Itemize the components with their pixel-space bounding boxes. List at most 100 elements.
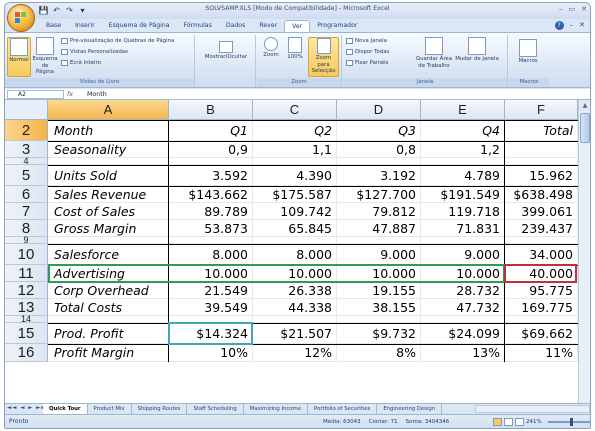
value-cell[interactable]: 19.155 <box>337 282 421 299</box>
column-header-b[interactable]: B <box>169 100 253 120</box>
sheet-tab-portfolio[interactable]: Portfolio of Securities <box>308 404 378 414</box>
zoom-100-button[interactable]: 100% <box>284 37 306 77</box>
value-cell[interactable]: $21.507 <box>253 323 337 344</box>
value-cell[interactable]: 0,9 <box>169 141 253 158</box>
row-header[interactable]: 16 <box>5 344 48 362</box>
value-cell[interactable]: 95.775 <box>505 282 578 299</box>
tab-formulas[interactable]: Fórmulas <box>177 20 219 32</box>
value-cell[interactable]: 21.549 <box>169 282 253 299</box>
freeze-panes-button[interactable]: Fixar Painéis <box>346 60 388 66</box>
row-header[interactable]: 15 <box>5 323 48 344</box>
value-cell[interactable]: 12% <box>253 344 337 362</box>
page-break-view-icon[interactable] <box>515 418 524 426</box>
value-cell[interactable]: 10% <box>169 344 253 362</box>
row-label-cell[interactable]: Prod. Profit <box>48 323 169 344</box>
help-icon[interactable]: ? <box>554 21 564 30</box>
value-cell[interactable] <box>337 316 421 323</box>
value-cell[interactable]: 71.831 <box>421 220 505 237</box>
row-label-cell[interactable]: Total Costs <box>48 299 169 316</box>
value-cell[interactable] <box>337 237 421 244</box>
value-cell[interactable]: 38.155 <box>337 299 421 316</box>
value-cell[interactable] <box>505 158 578 165</box>
row-header[interactable]: 2 <box>5 120 48 141</box>
value-cell[interactable]: 44.338 <box>253 299 337 316</box>
value-cell[interactable] <box>337 158 421 165</box>
row-header[interactable]: 10 <box>5 244 48 265</box>
value-cell[interactable]: 26.338 <box>253 282 337 299</box>
row-label-cell[interactable]: Cost of Sales <box>48 203 169 220</box>
zoom-button[interactable]: Zoom <box>260 37 282 77</box>
custom-views-button[interactable]: Vistas Personalizadas <box>61 49 128 55</box>
value-cell[interactable]: 39.549 <box>169 299 253 316</box>
tab-ver[interactable]: Ver <box>284 20 311 32</box>
macros-button[interactable]: Macros <box>512 39 544 75</box>
value-cell[interactable] <box>253 158 337 165</box>
worksheet-grid[interactable]: A B C D E F 2 Month Q1 Q2 Q3 Q4 Total 3 Seasonality 0,9… <box>5 100 578 403</box>
scroll-up-arrow-icon[interactable]: ▲ <box>579 100 590 111</box>
value-cell[interactable]: 34.000 <box>505 244 578 265</box>
row-label-cell[interactable]: Corp Overhead <box>48 282 169 299</box>
value-cell[interactable]: 79.812 <box>337 203 421 220</box>
value-cell[interactable]: $143.662 <box>169 186 253 203</box>
value-cell[interactable] <box>421 316 505 323</box>
column-header-a[interactable]: A <box>48 100 169 120</box>
value-cell[interactable]: 11% <box>505 344 578 362</box>
row-label-cell[interactable] <box>48 316 169 323</box>
value-cell[interactable]: 239.437 <box>505 220 578 237</box>
value-cell[interactable] <box>505 141 578 158</box>
switch-window-button[interactable]: Mudar de Janela <box>455 37 499 77</box>
normal-view-button[interactable]: Normal <box>7 37 31 77</box>
sheet-tab-maximizing-income[interactable]: Maximizing Income <box>244 404 308 414</box>
value-cell[interactable]: 3.592 <box>169 165 253 186</box>
value-cell[interactable]: Q3 <box>337 120 421 141</box>
row-header[interactable]: 6 <box>5 186 48 203</box>
sheet-nav-arrows[interactable]: ◄◄ ◄ ► ►► <box>7 405 47 411</box>
value-cell[interactable]: 8% <box>337 344 421 362</box>
value-cell[interactable]: $191.549 <box>421 186 505 203</box>
value-cell[interactable]: 399.061 <box>505 203 578 220</box>
value-cell[interactable] <box>505 316 578 323</box>
value-cell[interactable]: 1,1 <box>253 141 337 158</box>
value-cell[interactable]: 8.000 <box>169 244 253 265</box>
value-cell[interactable]: 53.873 <box>169 220 253 237</box>
zoom-slider[interactable] <box>547 418 590 426</box>
zoom-selection-button[interactable]: Zoom para Selecção <box>308 37 339 77</box>
zoom-slider-knob[interactable] <box>569 418 573 426</box>
value-cell[interactable]: 119.718 <box>421 203 505 220</box>
value-cell[interactable] <box>421 158 505 165</box>
value-cell[interactable]: $24.099 <box>421 323 505 344</box>
scroll-thumb[interactable] <box>580 113 590 143</box>
sheet-tab-shipping-routes[interactable]: Shipping Routes <box>132 404 188 414</box>
save-workspace-button[interactable]: Guardar Área de Trabalho <box>415 37 453 77</box>
value-cell[interactable]: 169.775 <box>505 299 578 316</box>
full-screen-button[interactable]: Ecrã Inteiro <box>61 60 101 66</box>
value-cell[interactable]: Q2 <box>253 120 337 141</box>
value-cell[interactable]: 0,8 <box>337 141 421 158</box>
page-break-preview-button[interactable]: Pré-visualização de Quebras de Página <box>61 38 174 44</box>
value-cell[interactable]: Total <box>505 120 578 141</box>
row-label-cell[interactable]: Units Sold <box>48 165 169 186</box>
tab-esquema[interactable]: Esquema de Página <box>102 20 177 32</box>
sheet-tab-engineering-design[interactable]: Engineering Design <box>377 404 443 414</box>
close-button[interactable]: ✕ <box>581 5 587 13</box>
row-label-cell[interactable]: Salesforce <box>48 244 169 265</box>
row-header[interactable]: 9 <box>5 236 48 245</box>
value-cell[interactable]: $127.700 <box>337 186 421 203</box>
row-header[interactable]: 5 <box>5 165 48 186</box>
show-hide-button[interactable]: Mostrar/Ocultar <box>200 41 252 75</box>
value-cell[interactable]: Q1 <box>169 120 253 141</box>
value-cell[interactable]: 9.000 <box>421 244 505 265</box>
vertical-scrollbar[interactable]: ▲ <box>578 100 590 403</box>
value-cell[interactable]: 4.789 <box>421 165 505 186</box>
select-all-corner[interactable] <box>5 100 48 120</box>
office-button[interactable] <box>7 4 35 32</box>
ribbon-minimize-button[interactable]: – <box>570 21 574 30</box>
sheet-tab-product-mix[interactable]: Product Mix <box>88 404 132 414</box>
value-cell[interactable]: 28.732 <box>421 282 505 299</box>
value-cell[interactable]: 13% <box>421 344 505 362</box>
sheet-tab-staff-scheduling[interactable]: Staff Scheduling <box>187 404 244 414</box>
column-header-f[interactable]: F <box>505 100 578 120</box>
formula-input[interactable]: Month <box>87 90 107 99</box>
row-label-cell[interactable] <box>48 158 169 165</box>
name-box[interactable]: A2 <box>7 90 64 99</box>
